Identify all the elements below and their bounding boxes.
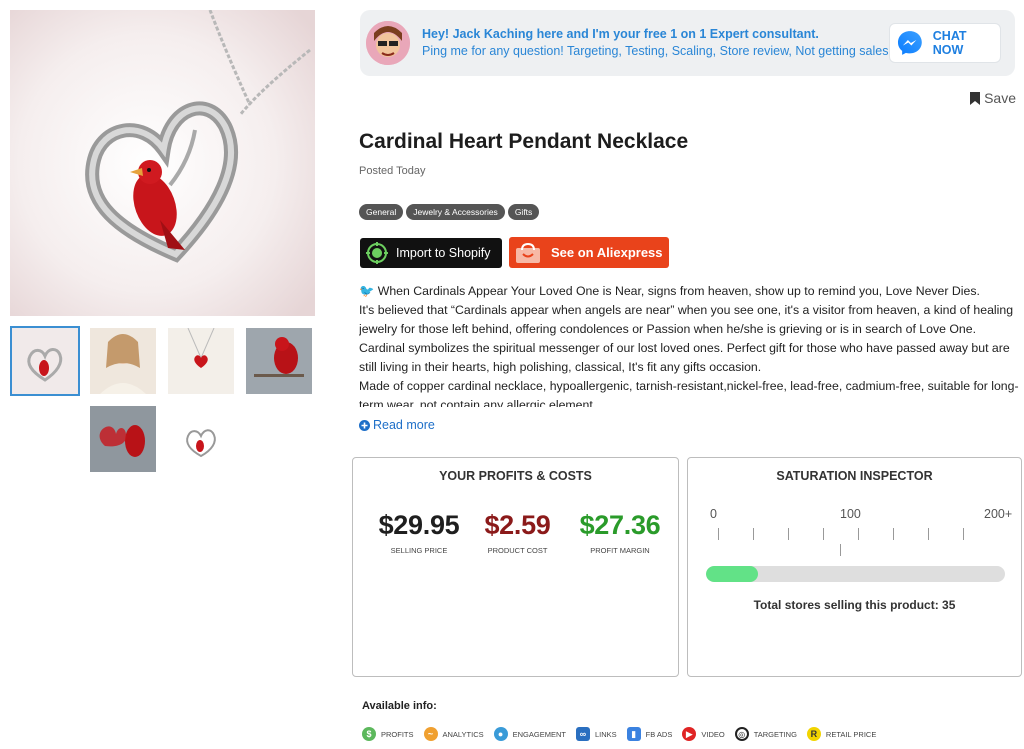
thumbnail-1[interactable]	[10, 326, 80, 396]
links-icon: ∞	[575, 727, 590, 741]
shopify-import-icon	[366, 242, 388, 264]
info-item-label: VIDEO	[701, 729, 725, 739]
profits-card-title: YOUR PROFITS & COSTS	[439, 469, 592, 483]
selling-price-value: $29.95	[378, 510, 460, 540]
scale-center-tick	[840, 544, 841, 556]
category-tags: General Jewelry & Accessories Gifts	[359, 204, 540, 220]
info-item-label: LINKS	[594, 729, 617, 739]
see-on-aliexpress-button[interactable]: See on Aliexpress	[509, 237, 669, 268]
info-item-retail-price: R RETAIL PRICE	[806, 727, 877, 741]
thumbnail-3[interactable]	[168, 328, 234, 394]
info-item-fb-ads: ▮ FB ADS	[626, 727, 673, 741]
messenger-icon	[897, 31, 922, 55]
cardinal-bird-icon: 🐦	[359, 284, 375, 298]
scale-tick	[893, 528, 894, 540]
bookmark-icon	[970, 91, 981, 105]
scale-tick	[928, 528, 929, 540]
scale-tick	[788, 528, 789, 540]
banner-headline: Hey! Jack Kaching here and I'm your free…	[422, 27, 819, 41]
product-description: 🐦 When Cardinals Appear Your Loved One i…	[359, 282, 1021, 407]
fb-ads-icon: ▮	[626, 727, 641, 741]
info-item-label: FB ADS	[645, 729, 673, 739]
info-item-label: ANALYTICS	[442, 729, 484, 739]
import-label: Import to Shopify	[396, 246, 491, 260]
info-item-links: ∞ LINKS	[575, 727, 617, 741]
retail-price-icon: R	[806, 727, 821, 741]
profits-costs-card: YOUR PROFITS & COSTS $29.95 SELLING PRIC…	[352, 457, 679, 677]
product-title: Cardinal Heart Pendant Necklace	[359, 130, 689, 153]
import-to-shopify-button[interactable]: Import to Shopify	[360, 238, 502, 268]
product-cost-value: $2.59	[484, 510, 551, 540]
info-item-label: TARGETING	[753, 729, 797, 739]
dollar-icon: $	[362, 727, 376, 741]
product-cost-metric: $2.59 PRODUCT COST	[465, 510, 570, 555]
read-more-label: Read more	[373, 418, 435, 432]
product-main-image	[10, 10, 315, 316]
thumbnail-5[interactable]	[90, 406, 156, 472]
info-item-analytics: ~ ANALYTICS	[423, 727, 484, 741]
selling-price-metric: $29.95 SELLING PRICE	[363, 510, 475, 555]
aliexpress-label: See on Aliexpress	[551, 245, 663, 260]
profit-margin-metric: $27.36 PROFIT MARGIN	[565, 510, 675, 555]
available-info-title: Available info:	[362, 700, 437, 712]
info-item-label: ENGAGEMENT	[512, 729, 566, 739]
banner-subline: Ping me for any question! Targeting, Tes…	[422, 44, 896, 58]
description-line-2: It's believed that “Cardinals appear whe…	[359, 303, 1014, 336]
save-label: Save	[984, 90, 1016, 106]
consultant-banner: Hey! Jack Kaching here and I'm your free…	[360, 10, 1015, 76]
video-icon: ▶	[682, 727, 697, 741]
scale-tick	[718, 528, 719, 540]
saturation-inspector-card: SATURATION INSPECTOR 0 100 200+ Total st…	[687, 457, 1022, 677]
thumbnail-2[interactable]	[90, 328, 156, 394]
chat-now-button[interactable]: CHAT NOW	[889, 23, 1001, 63]
tag-general[interactable]: General	[359, 204, 404, 220]
posted-date: Posted Today	[359, 165, 426, 177]
analytics-icon: ~	[423, 727, 438, 741]
saturation-bar	[706, 566, 1005, 582]
engagement-icon: ●	[493, 727, 508, 741]
info-item-video: ▶ VIDEO	[682, 727, 725, 741]
scale-label-max: 200+	[984, 507, 1013, 521]
info-item-label: PROFITS	[381, 729, 414, 739]
tag-jewelry-accessories[interactable]: Jewelry & Accessories	[406, 204, 505, 220]
chat-now-label: CHAT NOW	[932, 29, 967, 57]
profit-margin-value: $27.36	[579, 510, 661, 540]
scale-tick	[823, 528, 824, 540]
aliexpress-bag-icon	[516, 242, 540, 263]
scale-tick	[858, 528, 859, 540]
read-more-link[interactable]: Read more	[359, 418, 435, 432]
targeting-icon: ◎	[734, 727, 749, 741]
total-stores-text: Total stores selling this product: 35	[753, 598, 956, 612]
thumbnail-4[interactable]	[246, 328, 312, 394]
saturation-bar-fill	[706, 566, 759, 582]
info-item-engagement: ● ENGAGEMENT	[493, 727, 566, 741]
scale-tick	[753, 528, 754, 540]
selling-price-label: SELLING PRICE	[390, 546, 448, 555]
available-info-list: $ PROFITS ~ ANALYTICS ● ENGAGEMENT ∞ LINKS ▮ FB A…	[362, 727, 886, 741]
tag-gifts[interactable]: Gifts	[507, 204, 540, 220]
consultant-avatar	[366, 21, 410, 65]
profit-margin-label: PROFIT MARGIN	[590, 546, 650, 555]
scale-label-mid: 100	[840, 507, 861, 521]
info-item-targeting: ◎ TARGETING	[734, 727, 797, 741]
product-cost-label: PRODUCT COST	[487, 546, 548, 555]
scale-label-min: 0	[710, 507, 717, 521]
info-item-profits: $ PROFITS	[362, 727, 414, 741]
description-line-1: When Cardinals Appear Your Loved One is …	[377, 284, 980, 298]
info-item-label: RETAIL PRICE	[825, 729, 877, 739]
description-line-4: Made of copper cardinal necklace, hypoal…	[359, 379, 1019, 407]
save-button[interactable]: Save	[970, 90, 1016, 106]
plus-circle-icon	[359, 419, 370, 431]
scale-tick	[963, 528, 964, 540]
description-line-3: Cardinal symbolizes the spiritual messen…	[359, 341, 1010, 374]
saturation-card-title: SATURATION INSPECTOR	[776, 469, 933, 483]
thumbnail-6[interactable]	[168, 406, 234, 472]
